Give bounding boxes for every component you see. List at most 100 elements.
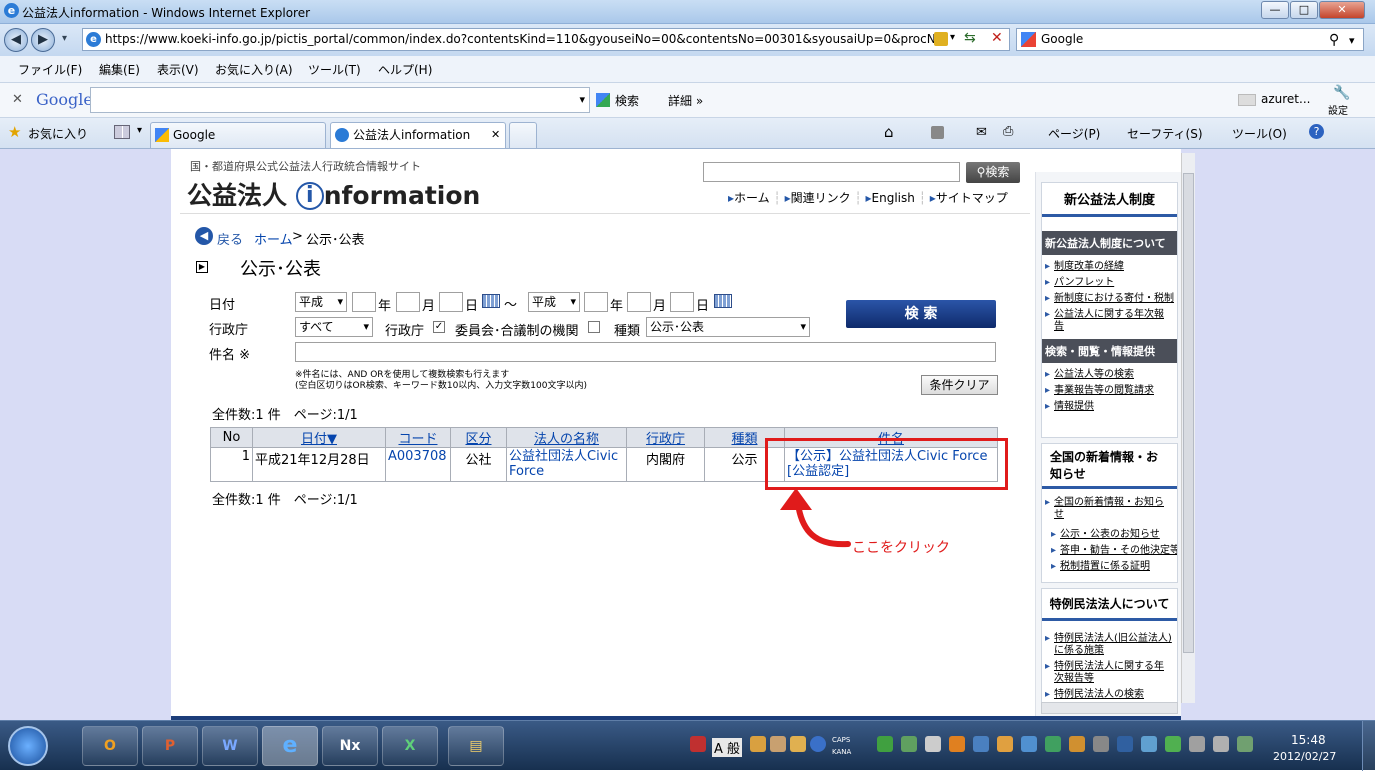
outlook-taskbar-icon[interactable]: O: [82, 726, 138, 766]
day-from-input[interactable]: [439, 292, 463, 312]
new-tab-button[interactable]: [509, 122, 537, 148]
agency-checkbox[interactable]: ✓: [433, 321, 445, 333]
title-input[interactable]: [295, 342, 996, 362]
tab-google[interactable]: Google: [150, 122, 326, 148]
search-dropdown-icon[interactable]: ▾: [1349, 30, 1355, 51]
tray-icon[interactable]: [1165, 736, 1181, 752]
ie-search-box[interactable]: Google ⚲ ▾: [1016, 28, 1364, 51]
sidebar-link[interactable]: 特例民法法人に関する年次報告等: [1042, 659, 1177, 687]
minimize-button[interactable]: —: [1261, 1, 1289, 19]
search-submit-button[interactable]: 検 索: [846, 300, 996, 328]
nav-home[interactable]: ホーム: [734, 191, 770, 205]
tray-icon[interactable]: [877, 736, 893, 752]
sort-kubun-link[interactable]: 区分: [465, 432, 491, 447]
sidebar-link[interactable]: 答申・勧告・その他決定等: [1048, 543, 1177, 559]
back-nav-button[interactable]: ◀: [4, 28, 28, 52]
close-button[interactable]: ✕: [1319, 1, 1365, 19]
menu-favorites[interactable]: お気に入り(A): [215, 61, 293, 78]
sort-code-link[interactable]: コード: [398, 432, 437, 447]
powerpoint-taskbar-icon[interactable]: P: [142, 726, 198, 766]
show-desktop-button[interactable]: [1362, 721, 1375, 771]
cell-code[interactable]: A003708: [385, 447, 451, 482]
era-select-to[interactable]: 平成: [528, 292, 580, 312]
nav-related-links[interactable]: 関連リンク: [791, 191, 851, 205]
sidebar-link[interactable]: 新制度における寄付・税制: [1042, 291, 1177, 307]
explorer-taskbar-icon[interactable]: ▤: [448, 726, 504, 766]
era-select-from[interactable]: 平成: [295, 292, 347, 312]
sort-date-link[interactable]: 日付▼: [301, 432, 337, 447]
sidebar-link[interactable]: 公益法人等の検索: [1042, 367, 1177, 383]
scroll-thumb[interactable]: [1183, 173, 1194, 653]
tray-icon[interactable]: [1021, 736, 1037, 752]
home-icon[interactable]: ⌂: [884, 123, 894, 141]
nx-taskbar-icon[interactable]: Nx: [322, 726, 378, 766]
excel-taskbar-icon[interactable]: X: [382, 726, 438, 766]
calendar-icon[interactable]: [714, 294, 732, 308]
maximize-button[interactable]: □: [1290, 1, 1318, 19]
sidebar-link[interactable]: 情報提供: [1042, 399, 1177, 415]
menu-edit[interactable]: 編集(E): [99, 61, 140, 78]
back-link[interactable]: 戻る: [217, 229, 243, 248]
settings-label[interactable]: 設定: [1328, 102, 1348, 117]
help-icon[interactable]: ?: [1309, 124, 1324, 139]
site-logo[interactable]: 公益法人 i nformation: [187, 176, 480, 212]
col-code[interactable]: コード: [385, 427, 451, 448]
col-agency[interactable]: 行政庁: [626, 427, 705, 448]
tray-icon[interactable]: [1141, 736, 1157, 752]
wrench-icon[interactable]: 🔧: [1333, 85, 1350, 101]
menu-help[interactable]: ヘルプ(H): [378, 61, 432, 78]
favorites-button[interactable]: お気に入り: [28, 125, 88, 142]
col-corp-name[interactable]: 法人の名称: [506, 427, 627, 448]
clock-date[interactable]: 2012/02/27: [1273, 750, 1336, 763]
committee-checkbox[interactable]: [588, 321, 600, 333]
sidebar-link[interactable]: 特例民法法人の検索: [1042, 687, 1177, 703]
vertical-scrollbar[interactable]: [1181, 153, 1195, 703]
menu-file[interactable]: ファイル(F): [18, 61, 82, 78]
year-to-input[interactable]: [584, 292, 608, 312]
mail-icon[interactable]: ✉: [976, 125, 987, 140]
site-search-button[interactable]: ⚲検索: [966, 162, 1020, 183]
day-to-input[interactable]: [670, 292, 694, 312]
menu-view[interactable]: 表示(V): [157, 61, 199, 78]
col-date[interactable]: 日付▼: [252, 427, 386, 448]
dropdown-icon[interactable]: ▾: [950, 32, 955, 43]
back-arrow-icon[interactable]: ◀: [195, 227, 213, 245]
google-search-icon[interactable]: [596, 93, 610, 107]
star-icon[interactable]: ★: [8, 123, 21, 141]
tray-icon[interactable]: [949, 736, 965, 752]
tray-icon[interactable]: [901, 736, 917, 752]
tab-list-dropdown-icon[interactable]: ▾: [137, 125, 142, 136]
sort-type-link[interactable]: 種類: [731, 432, 757, 447]
close-toolbar-icon[interactable]: ✕: [12, 92, 23, 107]
network-tray-icon[interactable]: [1237, 736, 1253, 752]
stop-icon[interactable]: ✕: [991, 30, 1003, 46]
breadcrumb-home[interactable]: ホーム: [254, 229, 293, 248]
corp-name-link[interactable]: 公益社団法人Civic Force: [509, 449, 618, 479]
sort-agency-link[interactable]: 行政庁: [646, 432, 685, 447]
sidebar-link[interactable]: パンフレット: [1042, 275, 1177, 291]
forward-nav-button[interactable]: ▶: [31, 28, 55, 52]
site-search-input[interactable]: [703, 162, 960, 182]
sidebar-link[interactable]: 公示・公表のお知らせ: [1048, 527, 1177, 543]
address-bar[interactable]: e https://www.koeki-info.go.jp/pictis_po…: [82, 28, 1010, 51]
clear-conditions-button[interactable]: 条件クリア: [921, 375, 998, 395]
word-taskbar-icon[interactable]: W: [202, 726, 258, 766]
type-select[interactable]: 公示･公表: [646, 317, 810, 337]
calendar-icon[interactable]: [482, 294, 500, 308]
ie-taskbar-icon[interactable]: e: [262, 726, 318, 766]
sidebar-link[interactable]: 税制措置に係る証明: [1048, 559, 1177, 575]
user-account[interactable]: azuret...: [1261, 92, 1310, 106]
sidebar-link[interactable]: 全国の新着情報・お知らせ: [1042, 495, 1177, 523]
tab-koeki-information[interactable]: 公益法人information ✕: [330, 122, 506, 148]
sidebar-link[interactable]: 制度改革の経緯: [1042, 259, 1177, 275]
refresh-icon[interactable]: ⇆: [964, 30, 976, 46]
year-from-input[interactable]: [352, 292, 376, 312]
tray-icon[interactable]: [1045, 736, 1061, 752]
google-details-link[interactable]: 詳細 »: [668, 92, 703, 109]
nav-english[interactable]: English: [872, 191, 915, 205]
month-from-input[interactable]: [396, 292, 420, 312]
tray-icon[interactable]: [997, 736, 1013, 752]
sidebar-link[interactable]: 事業報告等の閲覧請求: [1042, 383, 1177, 399]
sidebar-horizontal-scrollbar[interactable]: [1041, 702, 1178, 714]
month-to-input[interactable]: [627, 292, 651, 312]
